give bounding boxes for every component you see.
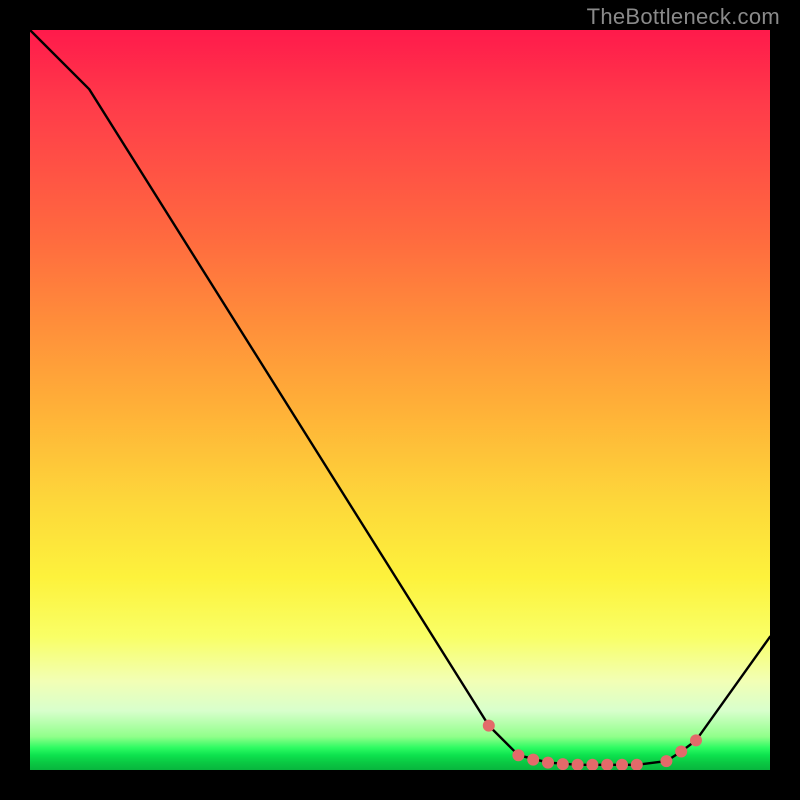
marker-dot <box>527 754 539 766</box>
attribution-text: TheBottleneck.com <box>587 4 780 30</box>
marker-dot <box>512 749 524 761</box>
marker-dot <box>557 758 569 770</box>
chart-svg <box>30 30 770 770</box>
marker-dot <box>675 746 687 758</box>
marker-dot <box>660 755 672 767</box>
marker-dot <box>616 759 628 770</box>
marker-dot <box>542 757 554 769</box>
marker-group <box>483 720 702 770</box>
marker-dot <box>601 759 613 770</box>
marker-dot <box>586 759 598 770</box>
bottleneck-curve-path <box>30 30 770 765</box>
marker-dot <box>483 720 495 732</box>
marker-dot <box>572 759 584 770</box>
plot-area <box>30 30 770 770</box>
marker-dot <box>631 759 643 770</box>
marker-dot <box>690 734 702 746</box>
